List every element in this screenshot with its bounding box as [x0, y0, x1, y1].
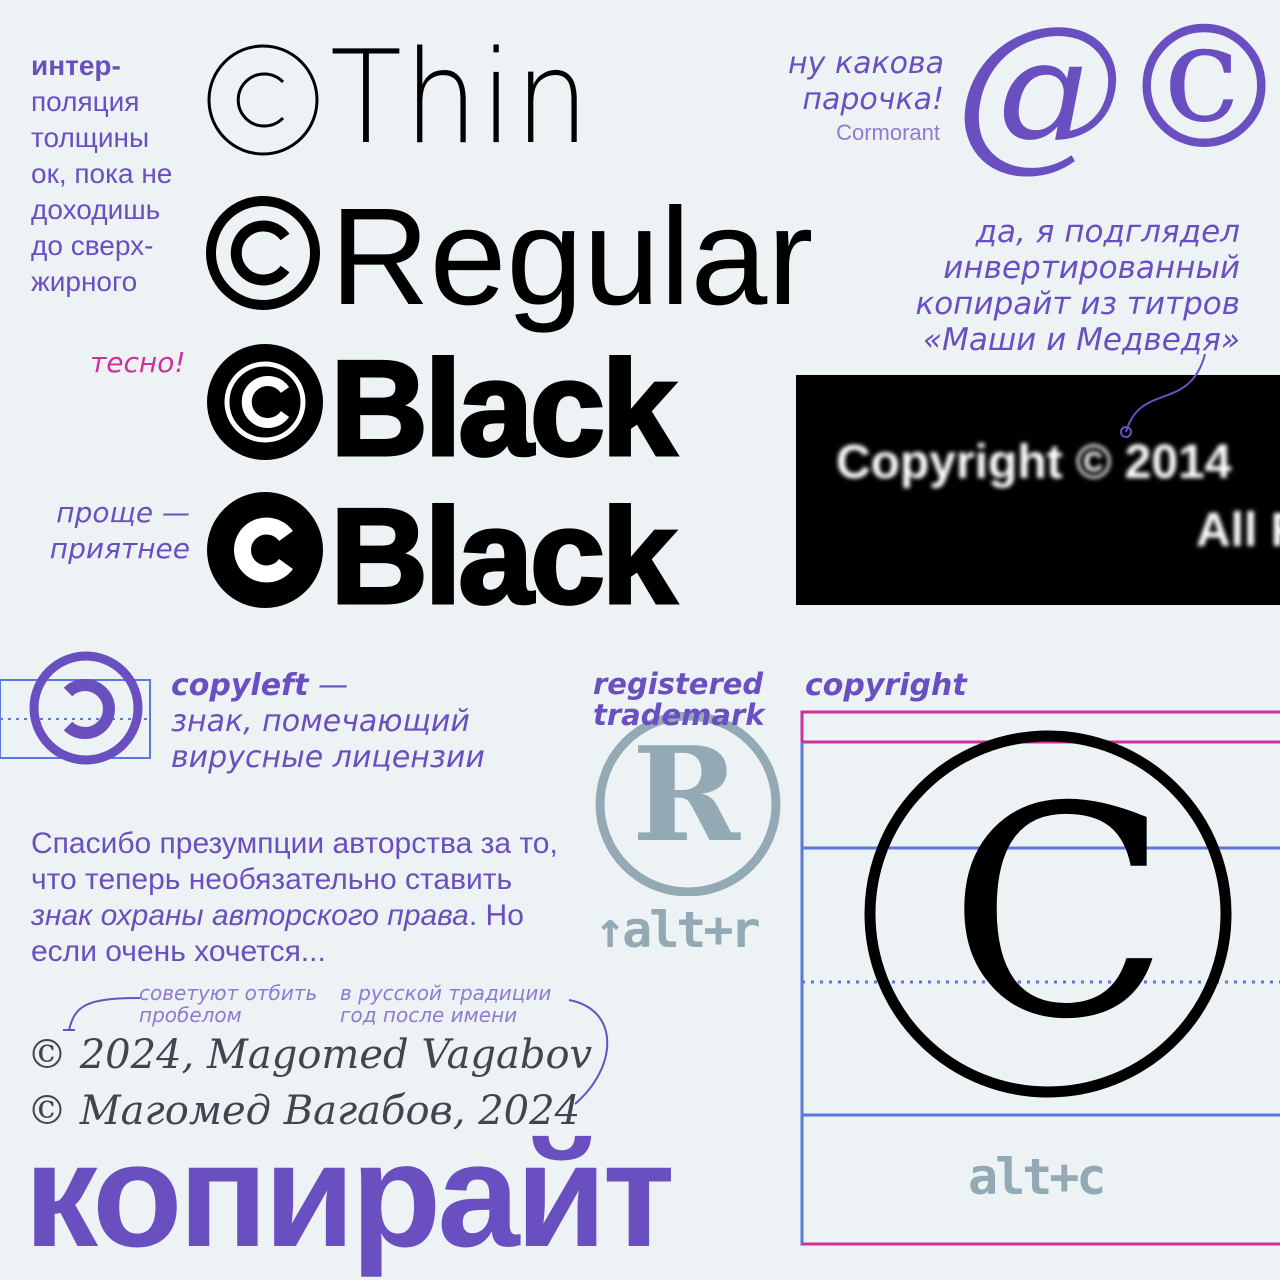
copyright-thin-icon — [207, 44, 319, 156]
interpolation-note-line: доходишь — [31, 194, 161, 225]
credits-line-2: All R — [1196, 504, 1280, 557]
paragraph-italic: знак охраны авторского права — [31, 899, 469, 932]
copyleft-line: вирусные лицензии — [171, 740, 485, 775]
note-russian-line: год после имени — [340, 1003, 518, 1027]
credits-line-1: Copyright © 2014 — [836, 436, 1232, 489]
interpolation-note: интер- поляция толщины ок, пока не доход… — [31, 48, 172, 300]
copyright-spec-letter: C — [948, 746, 1170, 1083]
weight-thin: Thin — [330, 24, 592, 173]
note-simpler-line: проще — — [56, 496, 190, 529]
note-spacing-line: пробелом — [139, 1003, 242, 1027]
note-russian: в русской традиции год после имени — [340, 982, 551, 1026]
weight-black-tight: Black — [329, 332, 679, 484]
interpolation-note-bold: интер- — [31, 50, 121, 81]
big-title: копирайт — [24, 1113, 675, 1278]
registered-shortcut: ↑alt+r — [595, 901, 761, 959]
copyleft-icon — [0, 651, 151, 765]
registered-label: registered trademark — [593, 669, 765, 731]
copyright-regular-icon — [206, 196, 320, 310]
note-pair-line: ну какова — [788, 46, 944, 81]
note-pair: ну какова парочка! — [788, 46, 944, 118]
note-tight: тесно! — [90, 346, 186, 379]
copyleft-line: знак, помечающий — [171, 704, 470, 739]
note-spacing: советуют отбить пробелом — [139, 982, 317, 1026]
note-pair-font: Cormorant — [836, 120, 940, 145]
note-peek-line: да, я подглядел — [975, 214, 1240, 250]
copyleft-note: copyleft — знак, помечающий вирусные лиц… — [171, 668, 485, 776]
example-english: © 2024, Magomed Vagabov — [27, 1032, 593, 1078]
note-russian-line: в русской традиции — [340, 981, 552, 1005]
pointer-curve — [1120, 353, 1206, 438]
paragraph-part: Спасибо презумпции авторства за то, что … — [31, 827, 558, 896]
note-peek-line: копирайт из титров — [915, 286, 1240, 322]
copyright-label: copyright — [805, 668, 967, 703]
copyright-black-icon — [207, 344, 323, 460]
note-pair-line: парочка! — [802, 82, 944, 117]
copyleft-dash: — — [308, 668, 348, 703]
note-spacing-line: советуют отбить — [139, 981, 318, 1005]
interpolation-note-line: до сверх- — [31, 230, 154, 261]
weight-black-simple: Black — [329, 480, 679, 632]
note-simpler: проще — приятнее — [38, 495, 190, 567]
interpolation-note-line: толщины — [31, 122, 150, 153]
copyright-black-simple-icon — [207, 492, 323, 608]
registered-label-line: trademark — [593, 698, 765, 732]
weight-regular: Regular — [330, 180, 814, 334]
note-peek: да, я подглядел инвертированный копирайт… — [915, 214, 1240, 358]
copyleft-term: copyleft — [171, 668, 309, 703]
copyleft-title: copyleft — — [171, 668, 485, 704]
registered-letter: R — [632, 718, 741, 871]
interpolation-note-line: жирного — [31, 266, 138, 297]
note-simpler-line: приятнее — [49, 532, 190, 565]
note-peek-line: инвертированный — [943, 250, 1240, 286]
at-copyright-pair: @© — [955, 0, 1280, 188]
copyright-shortcut: alt+c — [968, 1148, 1107, 1206]
presumption-paragraph: Спасибо презумпции авторства за то, что … — [31, 826, 571, 970]
registered-label-line: registered — [593, 667, 764, 701]
interpolation-note-line: поляция — [31, 86, 140, 117]
interpolation-note-line: ок, пока не — [31, 158, 173, 189]
